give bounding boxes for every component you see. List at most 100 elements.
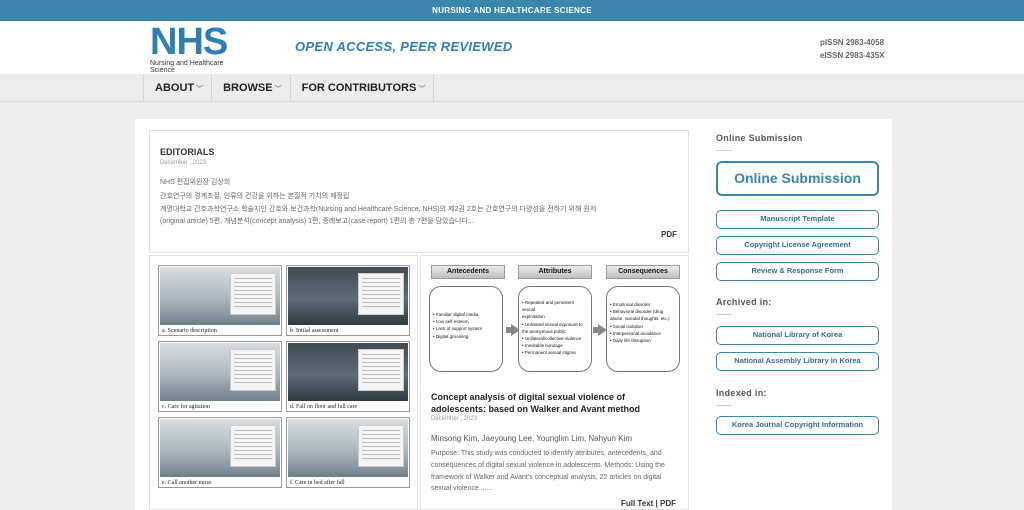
- divider: [716, 405, 732, 406]
- text-lines: [234, 354, 272, 384]
- nav-label: BROWSE: [223, 82, 273, 94]
- list-item: • Permanent sexual stigma: [522, 350, 576, 356]
- manuscript-template-button[interactable]: Manuscript Template: [716, 210, 879, 229]
- nav-label: ABOUT: [155, 82, 195, 94]
- simulation-screenshot: [160, 267, 280, 325]
- text-lines: [362, 430, 400, 460]
- site-logo[interactable]: NHS Nursing and Healthcare Science: [150, 21, 250, 74]
- article-links: Full Text | PDF: [621, 499, 676, 508]
- list-item: exploitation: [522, 314, 545, 320]
- online-submission-button[interactable]: Online Submission: [716, 161, 879, 196]
- editorial-card: EDITORIALS December , 2023 NHS 편집위원장 김상희…: [149, 130, 689, 253]
- editorial-line: (original article) 5편, 개념분석(concept anal…: [160, 218, 474, 225]
- list-item: • Familiar digital media: [433, 312, 479, 317]
- editorial-body: 간호연구의 경계조절, 인류의 건강을 위하는 본질적 가치의 재정립 계명대학…: [160, 191, 680, 229]
- nav-list: ABOUT ﹀ BROWSE ﹀ FOR CONTRIBUTORS ﹀: [143, 74, 435, 102]
- tagline: OPEN ACCESS, PEER REVIEWED: [295, 39, 513, 54]
- text-panel: [230, 425, 276, 467]
- figure-caption: f. Care in bed after fall: [290, 480, 345, 486]
- list-item: • Repeated and persistent sexual: [522, 300, 574, 313]
- text-panel: [358, 273, 404, 315]
- consequences-box: • Emotional disorder • Behavioral disord…: [606, 286, 680, 372]
- divider: [716, 314, 732, 315]
- list-item: • Behavioral disorder (drug: [610, 309, 664, 315]
- attributes-header: Attributes: [518, 265, 592, 279]
- list-item: abuse, suicidal thoughts, etc.): [610, 316, 670, 322]
- national-library-button[interactable]: National Library of Korea: [716, 326, 879, 345]
- assembly-library-button[interactable]: National Assembly Library in Korea: [716, 352, 879, 371]
- figure-panel: e. Call another nurse: [158, 417, 282, 488]
- nav-item-about[interactable]: ABOUT ﹀: [143, 74, 211, 102]
- editorial-date: December , 2023: [160, 160, 207, 166]
- full-text-link[interactable]: Full Text: [621, 499, 653, 508]
- logo-text: NHS: [150, 21, 228, 63]
- text-lines: [234, 278, 272, 308]
- nav-item-for-contributors[interactable]: FOR CONTRIBUTORS ﹀: [289, 74, 434, 102]
- online-submission-heading: Online Submission: [716, 133, 803, 143]
- simulation-screenshot: [288, 343, 408, 401]
- figure-caption: c. Care for agitation: [162, 404, 210, 410]
- editorial-pdf-link[interactable]: PDF: [661, 230, 677, 239]
- antecedents-box: • Familiar digital media • Low self-este…: [429, 286, 503, 372]
- list-item: • Digital grooming: [433, 333, 469, 339]
- attributes-list: • Repeated and persistent sexual exploit…: [522, 299, 588, 357]
- text-panel: [358, 425, 404, 467]
- list-item: the anonymous public: [522, 328, 566, 334]
- article-title[interactable]: Concept analysis of digital sexual viole…: [431, 391, 681, 415]
- list-item: • Lack of support system: [433, 326, 483, 332]
- list-item: • Inevitable bondage: [522, 343, 563, 349]
- list-item: • Emotional disorder: [610, 302, 651, 307]
- figure-card[interactable]: a. Scenario description b. Initial asses…: [149, 255, 418, 510]
- antecedents-list: • Familiar digital media • Low self-este…: [433, 311, 499, 340]
- consequences-list: • Emotional disorder • Behavioral disord…: [610, 301, 676, 344]
- nav-label: FOR CONTRIBUTORS: [301, 82, 417, 94]
- antecedents-header: Antecedents: [431, 265, 505, 279]
- simulation-screenshot: [288, 419, 408, 477]
- text-panel: [230, 349, 276, 391]
- figure-grid: a. Scenario description b. Initial asses…: [158, 265, 410, 488]
- top-banner: NURSING AND HEALTHCARE SCIENCE: [0, 0, 1024, 21]
- list-item: • Daily life disruption: [610, 338, 651, 344]
- review-form-button[interactable]: Review & Response Form: [716, 262, 879, 281]
- editorial-line: 계명대학교 간호과학연구소 학술지인 간호와 보건과학(Nursing and …: [160, 205, 597, 213]
- archived-heading: Archived in:: [716, 297, 772, 307]
- text-lines: [362, 354, 400, 384]
- article-card: Antecedents Attributes Consequences • Fa…: [420, 255, 689, 510]
- chevron-down-icon: ﹀: [418, 86, 426, 93]
- consequences-header: Consequences: [606, 265, 680, 279]
- eissn: eISSN 2983-435X: [820, 51, 885, 60]
- divider: [716, 150, 732, 151]
- main-nav: ABOUT ﹀ BROWSE ﹀ FOR CONTRIBUTORS ﹀: [0, 74, 1024, 102]
- editorial-heading[interactable]: EDITORIALS: [160, 147, 214, 157]
- text-lines: [234, 430, 272, 460]
- copyright-agreement-button[interactable]: Copyright License Agreement: [716, 236, 879, 255]
- simulation-screenshot: [160, 419, 280, 477]
- figure-caption: a. Scenario description: [162, 328, 217, 334]
- simulation-screenshot: [160, 343, 280, 401]
- list-item: • Unlimited sexual exposure to: [522, 321, 583, 327]
- attributes-box: • Repeated and persistent sexual exploit…: [518, 286, 592, 372]
- list-item: • Unilateral/collective violence: [522, 336, 582, 342]
- concept-diagram[interactable]: Antecedents Attributes Consequences • Fa…: [427, 262, 683, 376]
- figure-panel: c. Care for agitation: [158, 341, 282, 412]
- list-item: • Interpersonal avoidance: [610, 330, 661, 336]
- figure-caption: d. Fall on floor and fall care: [290, 404, 358, 410]
- logo-subtitle: Nursing and Healthcare Science: [150, 60, 224, 74]
- text-panel: [230, 273, 276, 315]
- link-separator: |: [655, 499, 658, 508]
- figure-caption: b. Initial assessment: [290, 328, 339, 334]
- figure-panel: f. Care in bed after fall: [286, 417, 410, 488]
- figure-panel: d. Fall on floor and fall care: [286, 341, 410, 412]
- nav-item-browse[interactable]: BROWSE ﹀: [211, 74, 290, 102]
- pissn: pISSN 2983-4058: [820, 38, 885, 47]
- text-panel: [358, 349, 404, 391]
- article-authors: Minsong Kim, Jaeyoung Lee, Younglim Lim,…: [431, 434, 632, 443]
- kci-button[interactable]: Korea Journal Copyright Information: [716, 416, 879, 435]
- editorial-author: NHS 편집위원장 김상희: [160, 179, 231, 186]
- indexed-heading: Indexed in:: [716, 388, 767, 398]
- editorial-line: 간호연구의 경계조절, 인류의 건강을 위하는 본질적 가치의 재정립: [160, 193, 350, 200]
- figure-caption: e. Call another nurse: [162, 480, 212, 486]
- figure-panel: b. Initial assessment: [286, 265, 410, 336]
- pdf-link[interactable]: PDF: [660, 499, 676, 508]
- issn-info: pISSN 2983-4058 eISSN 2983-435X: [820, 36, 885, 62]
